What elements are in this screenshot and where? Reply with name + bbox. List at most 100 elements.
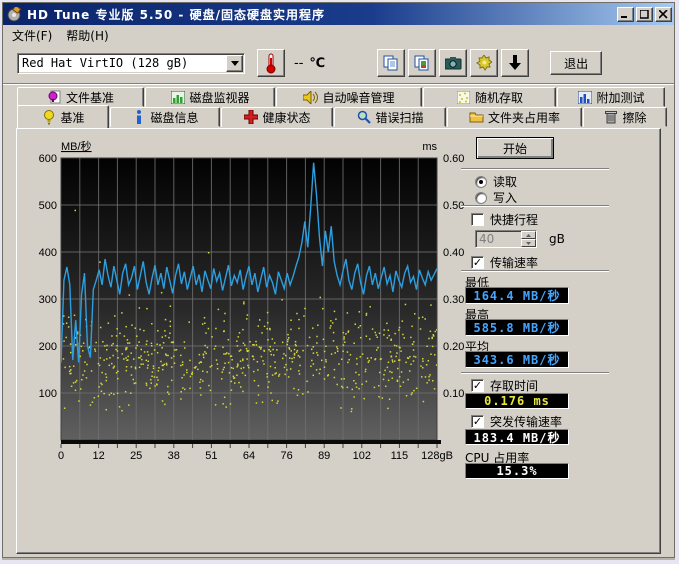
tab-label: 文件基准 (66, 89, 114, 106)
read-radio-label: 读取 (493, 173, 517, 190)
menu-help[interactable]: 帮助(H) (59, 25, 115, 46)
temperature-value: -- (294, 56, 303, 71)
svg-text:200: 200 (39, 341, 57, 353)
tab-row-primary: 基准 磁盘信息 健康状态 错误扫描 文件夹占用率 擦除 (3, 107, 674, 128)
tab-label: 磁盘信息 (150, 109, 198, 126)
benchmark-icon (41, 110, 56, 124)
access-time-label: 存取时间 (490, 377, 538, 394)
tab-label: 附加测试 (596, 89, 644, 106)
burst-rate-label: 突发传输速率 (490, 413, 562, 430)
svg-text:400: 400 (39, 247, 57, 259)
tab-random-access[interactable]: 随机存取 (423, 87, 556, 107)
capacity-unit: gB (549, 232, 565, 246)
screenshot-button[interactable] (439, 49, 467, 77)
tab-label: 健康状态 (262, 109, 310, 126)
health-cross-icon (243, 110, 258, 124)
tab-error-scan[interactable]: 错误扫描 (334, 107, 446, 127)
benchmark-page: 6005004003002001000.600.500.400.300.200.… (16, 128, 661, 554)
transfer-rate-checkbox[interactable]: ✓ 传输速率 (471, 254, 538, 271)
start-button[interactable]: 开始 (476, 137, 554, 159)
svg-text:12: 12 (92, 450, 104, 462)
copy-image-button[interactable] (408, 49, 436, 77)
close-button[interactable] (655, 7, 672, 22)
svg-text:0.20: 0.20 (443, 341, 464, 353)
magnifier-icon (356, 110, 371, 124)
hdtune-window: HD Tune 专业版 5.50 - 硬盘/固态硬盘实用程序 文件(F) 帮助(… (2, 2, 675, 558)
tab-disk-info[interactable]: 磁盘信息 (110, 107, 220, 127)
tab-disk-monitor[interactable]: 磁盘监视器 (145, 87, 275, 107)
svg-text:76: 76 (280, 450, 292, 462)
drive-select-value: Red Hat VirtIO (128 gB) (18, 56, 226, 70)
disk-monitor-icon (170, 90, 185, 104)
capacity-stepper[interactable]: 40 (475, 230, 537, 248)
copy-image-icon (414, 55, 430, 71)
checkbox-checked-icon: ✓ (471, 415, 484, 428)
svg-text:0.30: 0.30 (443, 294, 464, 306)
minimize-button[interactable] (617, 7, 634, 22)
benchmark-chart: 6005004003002001000.600.500.400.300.200.… (19, 137, 474, 467)
svg-text:89: 89 (318, 450, 330, 462)
write-radio-label: 写入 (493, 189, 517, 206)
svg-text:0.10: 0.10 (443, 388, 464, 400)
menu-file[interactable]: 文件(F) (5, 25, 59, 46)
down-arrow-icon (508, 55, 522, 71)
copy-text-button[interactable] (377, 49, 405, 77)
options-button[interactable] (470, 49, 498, 77)
svg-text:600: 600 (39, 153, 57, 165)
svg-text:51: 51 (205, 450, 217, 462)
tab-label: 错误扫描 (375, 109, 423, 126)
svg-text:500: 500 (39, 200, 57, 212)
spin-up-icon[interactable] (521, 231, 536, 239)
chevron-down-icon[interactable] (226, 55, 243, 72)
spin-down-icon[interactable] (521, 239, 536, 247)
maximum-value: 585.8 MB/秒 (465, 319, 569, 336)
read-radio[interactable]: 读取 (475, 173, 517, 190)
toolbar: Red Hat VirtIO (128 gB) -- ℃ 退出 (3, 45, 674, 81)
drive-select[interactable]: Red Hat VirtIO (128 gB) (17, 53, 245, 74)
cpu-usage-value: 15.3% (465, 463, 569, 479)
save-results-button[interactable] (501, 49, 529, 77)
separator (461, 372, 609, 374)
checkbox-unchecked-icon (471, 213, 484, 226)
speaker-icon (303, 90, 318, 104)
separator (461, 205, 609, 207)
tab-acoustic-management[interactable]: 自动噪音管理 (276, 87, 422, 107)
checkbox-checked-icon: ✓ (471, 256, 484, 269)
short-stroke-checkbox[interactable]: 快捷行程 (471, 211, 538, 228)
temperature-button[interactable] (257, 49, 285, 77)
checkbox-checked-icon: ✓ (471, 379, 484, 392)
tab-folder-usage[interactable]: 文件夹占用率 (447, 107, 582, 127)
gear-icon (476, 55, 492, 71)
svg-text:ms: ms (422, 141, 437, 153)
menu-bar: 文件(F) 帮助(H) (3, 25, 674, 45)
tab-file-benchmark[interactable]: 文件基准 (17, 87, 144, 107)
title-bar[interactable]: HD Tune 专业版 5.50 - 硬盘/固态硬盘实用程序 (3, 3, 674, 25)
tab-erase[interactable]: 擦除 (583, 107, 667, 127)
svg-text:100: 100 (39, 388, 57, 400)
tab-health[interactable]: 健康状态 (221, 107, 333, 127)
trash-icon (603, 110, 618, 124)
svg-text:0: 0 (58, 450, 64, 462)
tab-label: 基准 (60, 109, 84, 126)
tab-row-secondary: 文件基准 磁盘监视器 自动噪音管理 随机存取 附加测试 (3, 87, 674, 107)
tab-label: 随机存取 (475, 89, 523, 106)
write-radio[interactable]: 写入 (475, 189, 517, 206)
temperature-unit: ℃ (309, 56, 325, 71)
tab-benchmark[interactable]: 基准 (17, 105, 109, 128)
svg-text:115: 115 (391, 450, 409, 462)
access-time-checkbox[interactable]: ✓ 存取时间 (471, 377, 538, 394)
capacity-value: 40 (476, 232, 521, 246)
exit-button[interactable]: 退出 (550, 51, 602, 75)
svg-text:64: 64 (243, 450, 255, 462)
maximize-button[interactable] (636, 7, 653, 22)
svg-text:102: 102 (353, 450, 371, 462)
tab-label: 文件夹占用率 (488, 109, 560, 126)
radio-selected-icon (475, 176, 487, 188)
window-title: HD Tune 专业版 5.50 - 硬盘/固态硬盘实用程序 (27, 6, 615, 23)
tab-extra-tests[interactable]: 附加测试 (557, 87, 665, 107)
extra-tests-icon (577, 90, 592, 104)
burst-rate-checkbox[interactable]: ✓ 突发传输速率 (471, 413, 562, 430)
svg-text:25: 25 (130, 450, 142, 462)
copy-text-icon (383, 55, 399, 71)
x-axis-line (61, 440, 441, 444)
